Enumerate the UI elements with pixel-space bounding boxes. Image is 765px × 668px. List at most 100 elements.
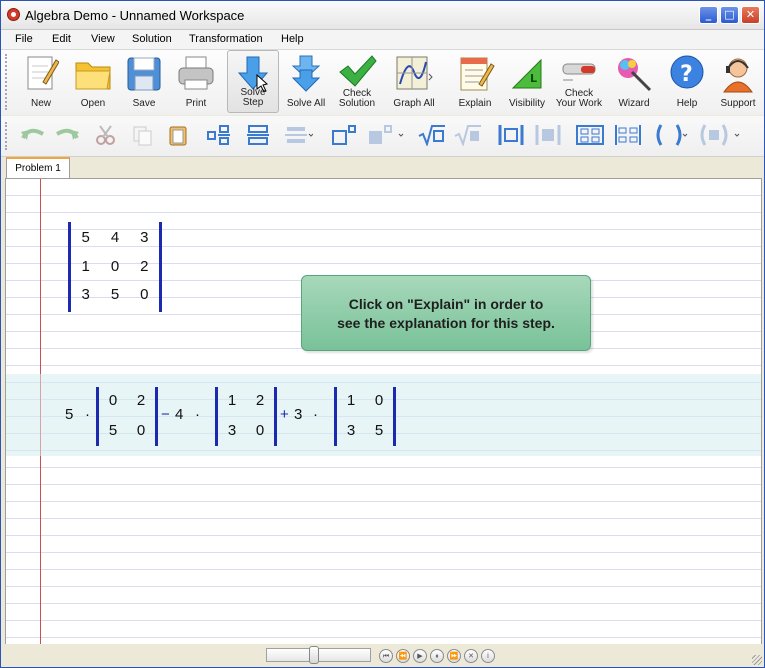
- check-solution-label: Check Solution: [338, 88, 376, 109]
- solve-step-label: Solve Step: [240, 87, 266, 108]
- new-button[interactable]: New: [17, 50, 65, 113]
- graph-all-label: Graph All: [393, 98, 435, 109]
- close-button[interactable]: ✕: [741, 6, 760, 24]
- matrix-icon[interactable]: [575, 124, 605, 146]
- app-logo-icon: [7, 8, 20, 21]
- minor-1[interactable]: 0 2 5 0: [96, 387, 158, 446]
- matrix-cell: 5: [108, 422, 118, 439]
- svg-text:?: ?: [680, 62, 693, 87]
- wizard-button[interactable]: Wizard: [610, 50, 658, 113]
- matrix-cell: 3: [140, 229, 149, 246]
- wizard-wand-icon: [618, 58, 652, 92]
- menu-view[interactable]: View: [91, 33, 115, 45]
- minor-2[interactable]: 1 2 3 0: [215, 387, 277, 446]
- check-solution-button[interactable]: Check Solution: [333, 50, 381, 113]
- info-button[interactable]: i: [481, 649, 495, 663]
- support-agent-icon: [723, 58, 753, 93]
- solve-all-label: Solve All: [286, 98, 326, 109]
- explain-button[interactable]: Explain: [451, 50, 499, 113]
- wizard-label: Wizard: [618, 98, 650, 109]
- cut-icon[interactable]: [95, 124, 117, 146]
- maximize-button[interactable]: □: [720, 6, 739, 24]
- menu-help[interactable]: Help: [281, 33, 304, 45]
- undo-icon[interactable]: [19, 124, 47, 146]
- superscript-icon[interactable]: [331, 124, 359, 146]
- stop-button[interactable]: ✕: [464, 649, 478, 663]
- solve-all-button[interactable]: Solve All: [281, 50, 331, 113]
- step-slider[interactable]: [266, 646, 371, 664]
- fraction-line-icon[interactable]: [283, 124, 313, 146]
- matrix-cell: 3: [81, 286, 90, 303]
- matrix-cell: 5: [374, 422, 384, 439]
- new-label: New: [30, 98, 51, 109]
- visibility-button[interactable]: L Visibility: [503, 50, 551, 113]
- matrix-cell: 1: [227, 392, 237, 409]
- title-bar[interactable]: Algebra Demo - Unnamed Workspace _ □ ✕: [1, 1, 764, 30]
- coefficient-3: 3: [294, 406, 303, 423]
- menu-transformation[interactable]: Transformation: [189, 33, 263, 45]
- menu-edit[interactable]: Edit: [52, 33, 71, 45]
- matrix-cell: 0: [136, 422, 146, 439]
- print-button[interactable]: Print: [172, 50, 220, 113]
- operator-minus: −: [161, 406, 170, 423]
- fraction-stack-icon[interactable]: [245, 124, 271, 146]
- coefficient-1: 5: [65, 406, 74, 423]
- help-button[interactable]: ? Help: [663, 50, 711, 113]
- copy-icon[interactable]: [131, 124, 153, 146]
- previous-step-button[interactable]: ⏪: [396, 649, 410, 663]
- open-label: Open: [80, 98, 106, 109]
- check-your-work-button[interactable]: Check Your Work: [554, 50, 604, 113]
- save-button[interactable]: Save: [120, 50, 168, 113]
- matrix-cell: 3: [346, 422, 356, 439]
- minor-3[interactable]: 1 0 3 5: [334, 387, 396, 446]
- menu-file[interactable]: File: [15, 33, 33, 45]
- dot-3: ·: [313, 406, 318, 423]
- sqrt-icon[interactable]: [417, 124, 447, 146]
- support-button[interactable]: Support: [714, 50, 762, 113]
- tab-problem-1[interactable]: Problem 1: [6, 157, 70, 178]
- format-toolbar: [1, 116, 764, 157]
- redo-icon[interactable]: [53, 124, 81, 146]
- toolbar-grip[interactable]: [5, 54, 10, 110]
- resize-grip[interactable]: [752, 655, 762, 665]
- new-document-icon: [27, 56, 59, 90]
- first-step-button[interactable]: ⏮: [379, 649, 393, 663]
- bracket-icon[interactable]: [697, 124, 743, 146]
- norm-icon[interactable]: [534, 124, 562, 146]
- main-toolbar: New Open Save Print Solve Step Solve All…: [1, 50, 764, 115]
- open-button[interactable]: Open: [69, 50, 117, 113]
- determinant-3x3[interactable]: 5 4 3 1 0 2 3 5 0: [68, 222, 162, 312]
- next-step-button[interactable]: ⏩: [447, 649, 461, 663]
- parentheses-icon[interactable]: [653, 124, 689, 146]
- slider-thumb[interactable]: [309, 646, 319, 664]
- visibility-letter: L: [530, 72, 537, 85]
- explain-notepad-icon: [460, 57, 495, 91]
- solve-step-button[interactable]: Solve Step: [227, 50, 279, 113]
- menu-solution[interactable]: Solution: [132, 33, 172, 45]
- matrix-cell: 2: [140, 258, 149, 275]
- subscript-icon[interactable]: [367, 124, 405, 146]
- matrix-cell: 5: [81, 229, 90, 246]
- matrix-cell: 1: [346, 392, 356, 409]
- checkmark-icon: [339, 55, 377, 87]
- coefficient-2: 4: [175, 406, 184, 423]
- play-button[interactable]: ▶: [413, 649, 427, 663]
- matrix-cell: 5: [110, 286, 120, 303]
- minimize-button[interactable]: _: [699, 6, 718, 24]
- matrix-alt-icon[interactable]: [613, 124, 643, 146]
- abs-value-icon[interactable]: [497, 124, 525, 146]
- operator-plus: +: [280, 406, 289, 423]
- matrix-cell: 0: [108, 392, 118, 409]
- problem-workspace[interactable]: 5 4 3 1 0 2 3 5 0 5 · 02 50 − 4 · 12 3 0…: [5, 178, 762, 645]
- fraction-icon[interactable]: [206, 124, 232, 146]
- matrix-cell: 0: [255, 422, 265, 439]
- matrix-cell: 4: [110, 229, 120, 246]
- save-label: Save: [132, 98, 156, 109]
- pause-button[interactable]: ⏸: [430, 649, 444, 663]
- format-toolbar-grip[interactable]: [5, 122, 10, 150]
- nth-root-icon[interactable]: [453, 124, 485, 146]
- paste-icon[interactable]: [167, 124, 189, 146]
- folder-open-icon: [75, 62, 111, 90]
- graph-all-button[interactable]: Graph All: [386, 50, 442, 113]
- status-bar: ⏮ ⏪ ▶ ⏸ ⏩ ✕ i: [1, 644, 764, 667]
